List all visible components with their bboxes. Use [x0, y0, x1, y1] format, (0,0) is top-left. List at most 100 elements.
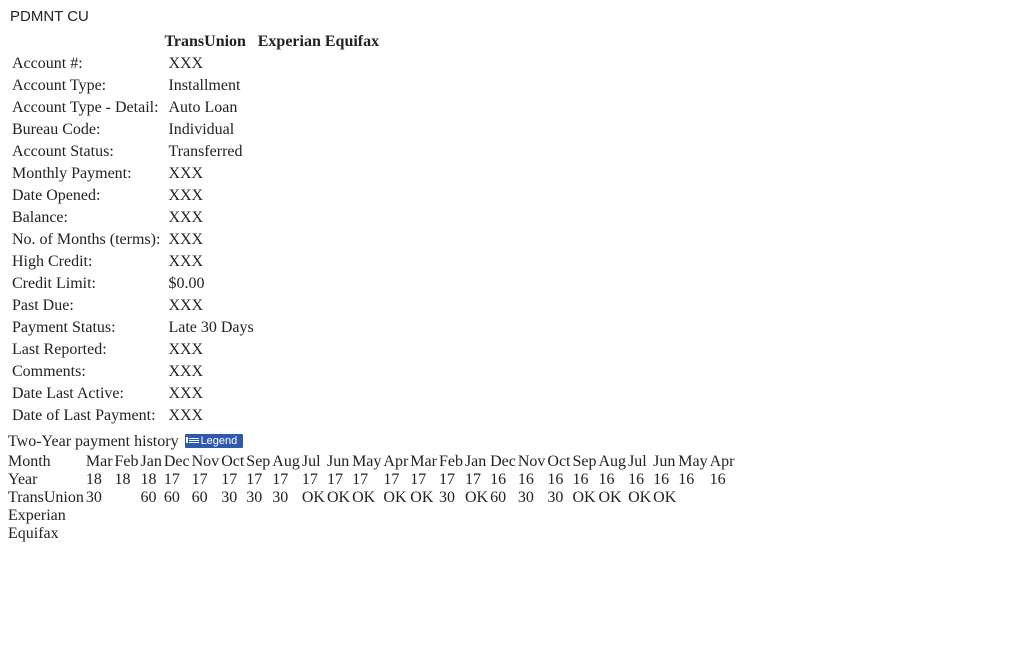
history-year-cell: 17	[327, 471, 352, 489]
history-status-cell	[383, 525, 410, 543]
detail-row: Date Opened:XXX	[8, 185, 383, 207]
history-year-cell: 16	[518, 471, 548, 489]
history-status-cell	[678, 507, 709, 525]
detail-row: Bureau Code:Individual	[8, 119, 383, 141]
history-status-cell	[518, 525, 548, 543]
history-status-cell	[272, 525, 302, 543]
history-month-cell: Dec	[164, 453, 192, 471]
history-status-cell	[192, 525, 222, 543]
detail-value-equifax	[325, 75, 383, 97]
history-year-cell: 17	[192, 471, 222, 489]
history-status-cell	[352, 507, 383, 525]
detail-label: No. of Months (terms):	[8, 229, 164, 251]
history-status-cell	[599, 507, 629, 525]
detail-value-equifax	[325, 383, 383, 405]
history-status-cell	[141, 507, 164, 525]
history-status-cell	[710, 489, 737, 507]
history-month-cell: Apr	[710, 453, 737, 471]
detail-row: Date of Last Payment:XXX	[8, 405, 383, 427]
detail-value-equifax	[325, 273, 383, 295]
payment-history-title: Two-Year payment history	[8, 433, 179, 450]
detail-value-transunion: Late 30 Days	[164, 317, 257, 339]
detail-label: Date Opened:	[8, 185, 164, 207]
detail-value-transunion: Auto Loan	[164, 97, 257, 119]
history-status-cell	[302, 507, 327, 525]
history-year-cell: 16	[710, 471, 737, 489]
detail-value-experian	[258, 295, 325, 317]
detail-label: Bureau Code:	[8, 119, 164, 141]
history-month-cell: Aug	[599, 453, 629, 471]
history-status-cell	[547, 525, 572, 543]
history-row: MonthMarFebJanDecNovOctSepAugJulJunMayAp…	[8, 453, 737, 471]
detail-value-transunion: XXX	[164, 53, 257, 75]
history-status-cell: OK	[465, 489, 490, 507]
history-status-cell: 60	[192, 489, 222, 507]
legend-label: Legend	[201, 435, 238, 447]
history-year-label: Year	[8, 471, 86, 489]
history-year-cell: 16	[547, 471, 572, 489]
detail-row: Account Type - Detail:Auto Loan	[8, 97, 383, 119]
history-status-cell	[439, 507, 465, 525]
history-month-cell: Mar	[86, 453, 115, 471]
detail-value-experian	[258, 339, 325, 361]
history-status-cell	[410, 507, 439, 525]
history-status-cell	[86, 507, 115, 525]
history-status-cell	[192, 507, 222, 525]
history-status-cell	[518, 507, 548, 525]
detail-value-experian	[258, 229, 325, 251]
detail-value-experian	[258, 273, 325, 295]
history-month-cell: Nov	[518, 453, 548, 471]
history-year-cell: 17	[302, 471, 327, 489]
history-year-cell: 18	[86, 471, 115, 489]
detail-label: Payment Status:	[8, 317, 164, 339]
detail-value-equifax	[325, 405, 383, 427]
history-status-cell: 30	[86, 489, 115, 507]
history-status-cell: OK	[599, 489, 629, 507]
detail-label: Monthly Payment:	[8, 163, 164, 185]
history-status-cell: 30	[547, 489, 572, 507]
history-year-cell: 16	[573, 471, 599, 489]
detail-row: Date Last Active:XXX	[8, 383, 383, 405]
history-status-cell	[141, 525, 164, 543]
history-month-cell: May	[678, 453, 709, 471]
detail-label: Account Type - Detail:	[8, 97, 164, 119]
history-status-cell	[164, 525, 192, 543]
detail-value-transunion: Installment	[164, 75, 257, 97]
detail-value-equifax	[325, 361, 383, 383]
detail-label: Account #:	[8, 53, 164, 75]
history-year-cell: 17	[272, 471, 302, 489]
history-status-cell	[490, 525, 518, 543]
history-status-cell	[710, 507, 737, 525]
detail-value-equifax	[325, 317, 383, 339]
history-status-cell	[302, 525, 327, 543]
history-year-cell: 17	[465, 471, 490, 489]
detail-value-equifax	[325, 295, 383, 317]
history-month-cell: Sep	[246, 453, 272, 471]
history-status-cell: OK	[653, 489, 678, 507]
detail-value-experian	[258, 207, 325, 229]
history-status-cell	[115, 489, 141, 507]
detail-value-equifax	[325, 53, 383, 75]
history-month-cell: Jul	[628, 453, 653, 471]
creditor-name: PDMNT CU	[10, 8, 1016, 25]
detail-row: No. of Months (terms):XXX	[8, 229, 383, 251]
detail-value-equifax	[325, 251, 383, 273]
history-month-label: Month	[8, 453, 86, 471]
history-year-cell: 16	[490, 471, 518, 489]
detail-value-experian	[258, 119, 325, 141]
history-status-cell: OK	[327, 489, 352, 507]
detail-label: Date Last Active:	[8, 383, 164, 405]
legend-icon	[189, 437, 199, 444]
detail-label: Comments:	[8, 361, 164, 383]
detail-value-experian	[258, 405, 325, 427]
history-status-cell	[628, 507, 653, 525]
history-month-cell: Jun	[653, 453, 678, 471]
history-status-cell	[327, 507, 352, 525]
detail-row: Account Status:Transferred	[8, 141, 383, 163]
history-status-cell	[221, 525, 246, 543]
history-year-cell: 17	[246, 471, 272, 489]
detail-value-transunion: XXX	[164, 361, 257, 383]
legend-button[interactable]: Legend	[185, 434, 244, 448]
account-details-table: TransUnion Experian Equifax Account #:XX…	[8, 31, 383, 427]
detail-row: Balance:XXX	[8, 207, 383, 229]
